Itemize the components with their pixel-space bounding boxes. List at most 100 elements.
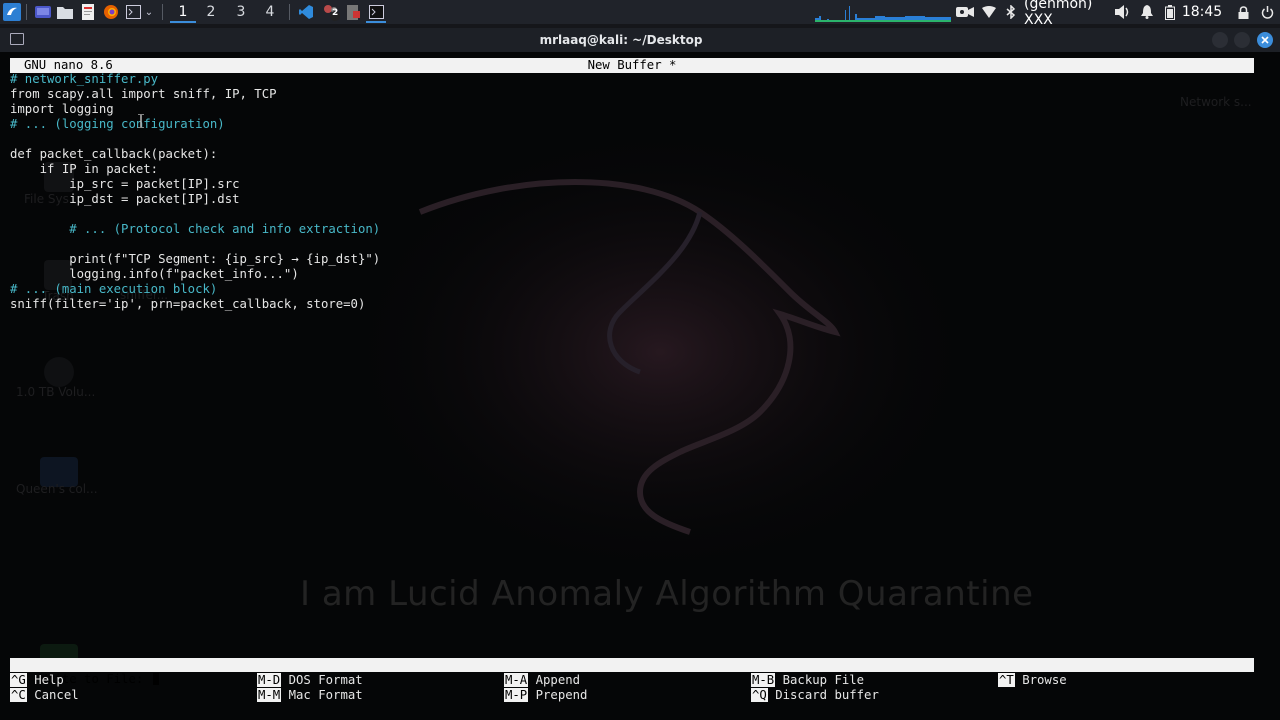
- terminal-window-icon: [125, 5, 141, 19]
- kali-dragon-icon: [3, 3, 21, 21]
- battery-tray-button[interactable]: [1162, 0, 1178, 24]
- notifications-tray-button[interactable]: [1138, 0, 1156, 24]
- shortcut-item[interactable]: ^G Help: [10, 673, 64, 688]
- shortcut-key: M-P: [504, 688, 529, 702]
- shortcut-label: Prepend: [535, 688, 588, 702]
- shortcut-gap: [775, 673, 782, 687]
- text-editor-button[interactable]: [78, 0, 98, 24]
- code-line: logging.info(f"packet_info..."): [10, 267, 299, 281]
- bluetooth-tray-button[interactable]: [1003, 0, 1019, 24]
- app-task-button[interactable]: 2: [320, 0, 342, 24]
- workspace-label: 3: [236, 4, 246, 20]
- shortcut-item[interactable]: M-P Prepend: [504, 688, 587, 703]
- file-manager-button[interactable]: [55, 0, 75, 24]
- document-task-button[interactable]: [344, 0, 362, 24]
- cpu-graph: [815, 6, 951, 22]
- shortcut-item[interactable]: M-B Backup File: [751, 673, 864, 688]
- vscode-task-button[interactable]: [296, 0, 316, 24]
- shortcut-gap: [281, 673, 288, 687]
- desktop-icon: [35, 6, 51, 18]
- code-line: print(f"TCP Segment: {ip_src} → {ip_dst}…: [10, 252, 381, 266]
- close-button[interactable]: [1257, 32, 1273, 48]
- shortcut-label: Mac Format: [288, 688, 363, 702]
- desktop-label: 1.0 TB Volu...: [16, 385, 96, 399]
- shortcut-key: ^G: [10, 673, 27, 687]
- text-editor-icon: [82, 4, 94, 20]
- code-line: sniff(filter='ip', prn=packet_callback, …: [10, 297, 366, 311]
- power-button[interactable]: [1258, 0, 1276, 24]
- close-icon: [1261, 36, 1269, 44]
- camera-tray-button[interactable]: [955, 0, 975, 24]
- shortcut-gap: [528, 688, 535, 702]
- shortcut-label: DOS Format: [288, 673, 363, 687]
- code-line: # ... (logging configuration): [10, 117, 225, 131]
- code-line: import logging: [10, 102, 114, 116]
- maximize-button[interactable]: [1234, 32, 1250, 48]
- workspace-label: 1: [178, 4, 188, 20]
- code-line: def packet_callback(packet):: [10, 147, 218, 161]
- chevron-down-icon: ⌄: [144, 6, 154, 18]
- bell-icon: [1141, 5, 1153, 19]
- panel-separator: [26, 4, 27, 20]
- nano-version: GNU nano 8.6: [24, 58, 113, 72]
- workspace-2[interactable]: 2: [200, 0, 222, 24]
- workspace-3[interactable]: 3: [230, 0, 252, 24]
- lock-icon: [1238, 5, 1248, 19]
- firefox-icon: [104, 5, 118, 19]
- lock-screen-button[interactable]: [1234, 0, 1252, 24]
- panel-separator: [162, 4, 163, 20]
- shortcut-item[interactable]: M-D DOS Format: [257, 673, 363, 688]
- wallpaper-slogan: I am Lucid Anomaly Algorithm Quarantine: [300, 574, 1034, 614]
- shortcut-item[interactable]: ^Q Discard buffer: [751, 688, 879, 703]
- shortcut-item[interactable]: M-A Append: [504, 673, 580, 688]
- wifi-icon: [982, 6, 996, 18]
- volume-tray-button[interactable]: [1114, 0, 1132, 24]
- clock[interactable]: 18:45: [1180, 0, 1224, 24]
- top-panel: ⌄ 1 2 3 4 2 (genmon) XXX 18:45: [0, 0, 1280, 28]
- shortcut-label: Browse: [1022, 673, 1067, 687]
- network-tray-button[interactable]: [980, 0, 998, 24]
- clock-text: 18:45: [1181, 4, 1223, 20]
- shortcut-help-bar: ^G Help ^C Cancel M-D DOS Format M-M Mac Fo…: [10, 673, 1254, 705]
- desktop-button[interactable]: [33, 0, 53, 24]
- code-line: # ... (Protocol check and info extractio…: [10, 222, 381, 236]
- shortcut-key: M-A: [504, 673, 529, 687]
- minimize-button[interactable]: [1212, 32, 1228, 48]
- shortcut-key: ^Q: [751, 688, 768, 702]
- folder-icon: [57, 7, 73, 19]
- firefox-button[interactable]: [101, 0, 121, 24]
- code-line: ip_src = packet[IP].src: [10, 177, 240, 191]
- active-workspace-indicator: [170, 21, 196, 23]
- shortcut-label: Append: [535, 673, 581, 687]
- code-line: if IP in packet:: [10, 162, 159, 176]
- workspace-label: 2: [206, 4, 216, 20]
- code-line: from scapy.all import sniff, IP, TCP: [10, 87, 277, 101]
- battery-icon: [1165, 4, 1175, 20]
- workspace-4[interactable]: 4: [259, 0, 281, 24]
- shortcut-item[interactable]: M-M Mac Format: [257, 688, 363, 703]
- desktop-label: Network s...: [1180, 95, 1252, 109]
- shortcut-key: M-M: [257, 688, 282, 702]
- shortcut-key: ^T: [998, 673, 1015, 687]
- desktop-label: Queen's col...: [16, 482, 98, 496]
- code-line: # ... (main execution block): [10, 282, 218, 296]
- shortcut-item[interactable]: ^C Cancel: [10, 688, 79, 703]
- nano-header: New Buffer * GNU nano 8.6: [10, 58, 1254, 73]
- kali-menu-button[interactable]: [2, 0, 22, 24]
- task-badge: 2: [332, 8, 339, 18]
- shortcut-key: ^C: [10, 688, 27, 702]
- code-line: # network_sniffer.py: [10, 72, 159, 86]
- shortcut-key: M-B: [751, 673, 776, 687]
- code-line: ip_dst = packet[IP].dst: [10, 192, 240, 206]
- launcher-dropdown[interactable]: ⌄: [143, 0, 155, 24]
- active-task-indicator: [366, 21, 386, 23]
- window-title: mrlaaq@kali: ~/Desktop: [539, 33, 703, 47]
- shortcut-item[interactable]: ^T Browse: [998, 673, 1067, 688]
- window-titlebar[interactable]: mrlaaq@kali: ~/Desktop: [0, 28, 1280, 52]
- genmon-label: (genmon) XXX: [1024, 0, 1112, 28]
- write-to-file-prompt[interactable]: Write to File:: [10, 658, 1254, 686]
- shortcut-key: M-D: [257, 673, 282, 687]
- terminal-icon: [368, 5, 384, 19]
- workspace-label: 4: [265, 4, 275, 20]
- terminal-menu-button[interactable]: [124, 0, 142, 24]
